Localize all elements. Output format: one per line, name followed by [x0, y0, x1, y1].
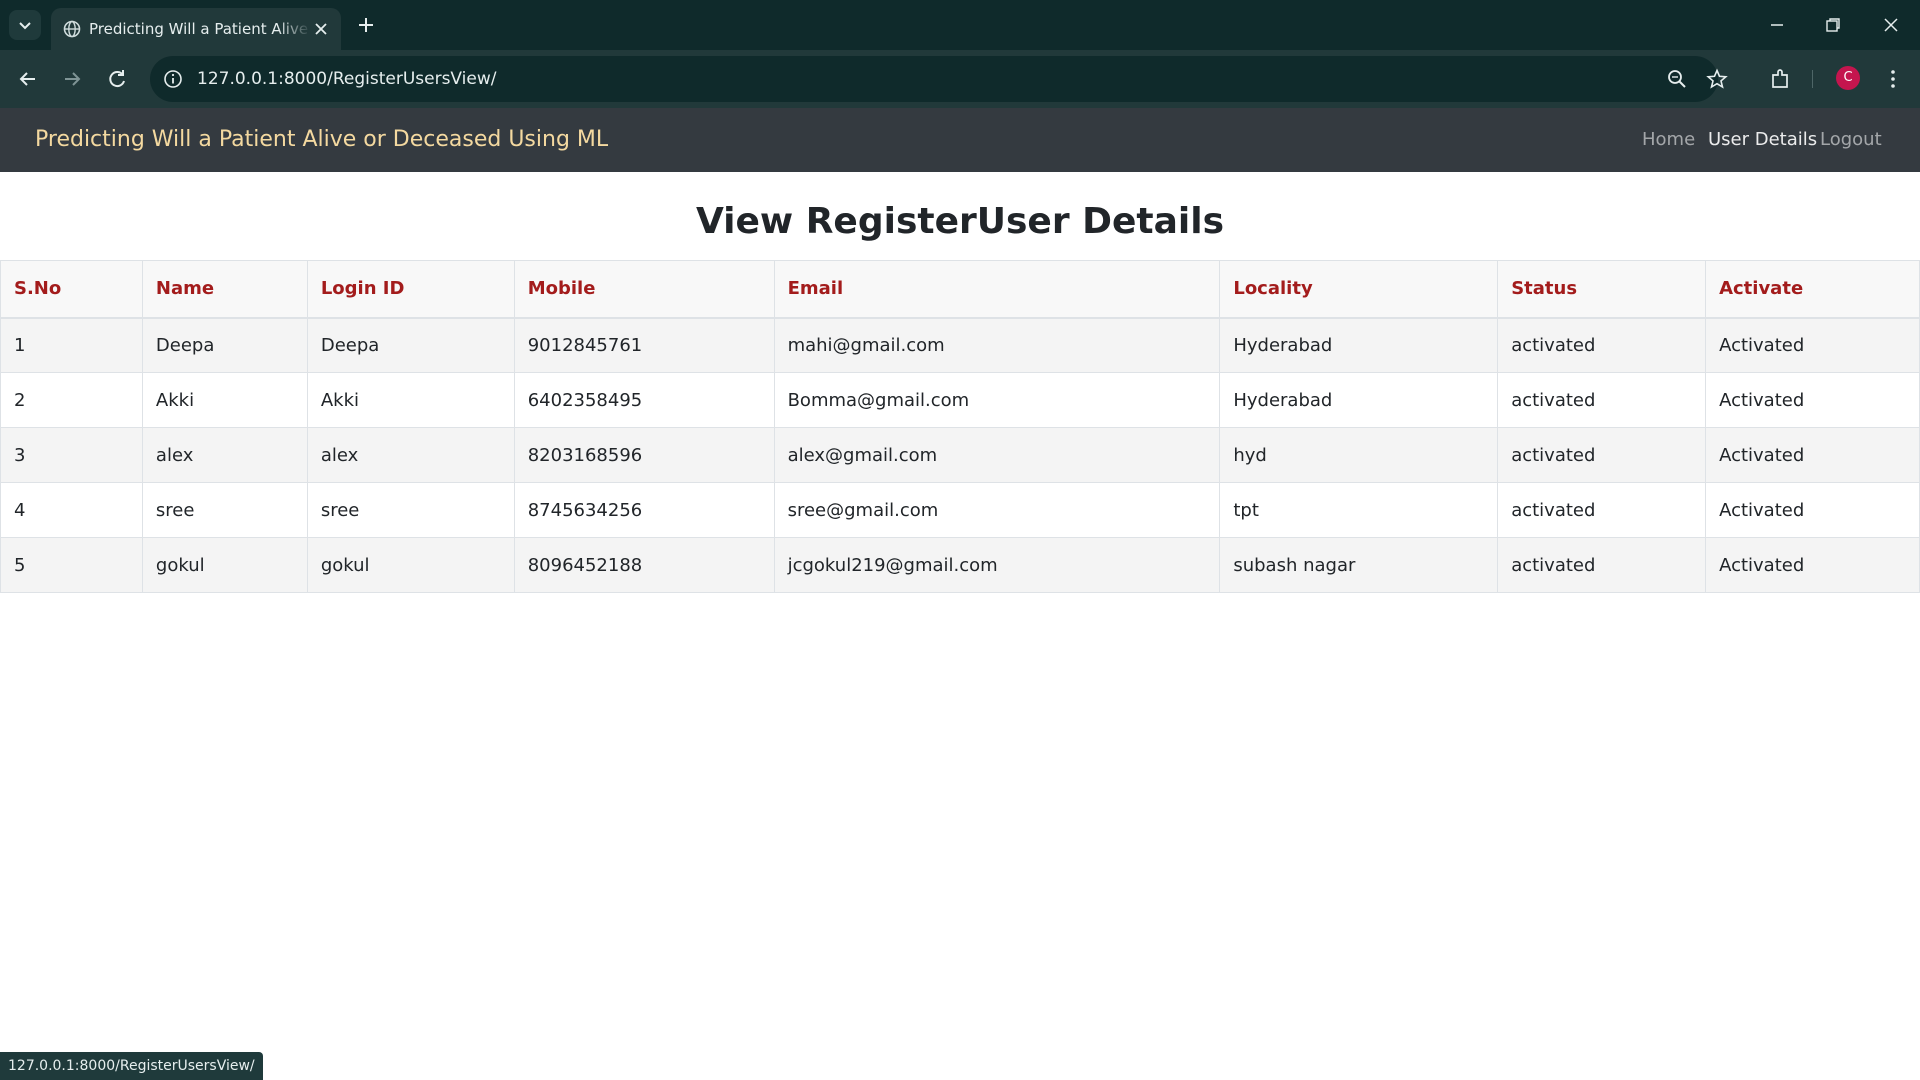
- tab-search-button[interactable]: [9, 10, 41, 40]
- browser-tab-strip: Predicting Will a Patient Alive or Decea…: [0, 0, 1920, 50]
- cell-name: Deepa: [141, 317, 308, 373]
- navbar-brand[interactable]: Predicting Will a Patient Alive or Decea…: [35, 125, 608, 155]
- extensions-icon[interactable]: [1768, 66, 1794, 92]
- cell-activate: Activated: [1705, 537, 1920, 593]
- tab-title: Predicting Will a Patient Alive or Decea…: [89, 20, 311, 38]
- cell-locality: Hyderabad: [1219, 317, 1499, 373]
- table-row: 4 sree sree 8745634256 sree@gmail.com tp…: [0, 482, 1920, 538]
- cell-status: activated: [1497, 372, 1707, 428]
- cell-name: sree: [141, 482, 308, 538]
- restore-icon[interactable]: [1820, 12, 1846, 38]
- column-header-activate: Activate: [1705, 260, 1920, 319]
- cell-mobile: 9012845761: [513, 317, 775, 373]
- site-navbar: Predicting Will a Patient Alive or Decea…: [0, 108, 1920, 172]
- cell-status: activated: [1497, 537, 1707, 593]
- cell-mobile: 8096452188: [513, 537, 775, 593]
- users-table: S.No Name Login ID Mobile Email Locality…: [0, 260, 1920, 593]
- cell-email: sree@gmail.com: [773, 482, 1221, 538]
- cell-mobile: 8203168596: [513, 427, 775, 483]
- cell-name: alex: [141, 427, 308, 483]
- forward-arrow-icon[interactable]: [57, 64, 87, 94]
- profile-avatar[interactable]: C: [1836, 66, 1860, 90]
- table-header-row: S.No Name Login ID Mobile Email Locality…: [0, 260, 1920, 319]
- cell-locality: tpt: [1219, 482, 1499, 538]
- table-row: 3 alex alex 8203168596 alex@gmail.com hy…: [0, 427, 1920, 483]
- zoom-icon[interactable]: [1666, 68, 1688, 90]
- table-row: 1 Deepa Deepa 9012845761 mahi@gmail.com …: [0, 317, 1920, 373]
- cell-email: alex@gmail.com: [773, 427, 1221, 483]
- minimize-icon[interactable]: [1764, 12, 1790, 38]
- cell-sno: 1: [0, 317, 143, 373]
- back-arrow-icon[interactable]: [13, 64, 43, 94]
- table-row: 5 gokul gokul 8096452188 jcgokul219@gmai…: [0, 537, 1920, 593]
- cell-email: mahi@gmail.com: [773, 317, 1221, 373]
- table-row: 2 Akki Akki 6402358495 Bomma@gmail.com H…: [0, 372, 1920, 428]
- link-status-bar: 127.0.0.1:8000/RegisterUsersView/: [0, 1052, 263, 1080]
- cell-login-id: Akki: [306, 372, 515, 428]
- site-info-icon[interactable]: [162, 68, 184, 90]
- cell-activate: Activated: [1705, 317, 1920, 373]
- reload-icon[interactable]: [102, 64, 132, 94]
- cell-activate: Activated: [1705, 372, 1920, 428]
- star-icon[interactable]: [1706, 68, 1728, 90]
- cell-name: Akki: [141, 372, 308, 428]
- column-header-sno: S.No: [0, 260, 143, 319]
- address-bar[interactable]: 127.0.0.1:8000/RegisterUsersView/: [150, 56, 1718, 102]
- cell-mobile: 8745634256: [513, 482, 775, 538]
- cell-status: activated: [1497, 317, 1707, 373]
- cell-locality: hyd: [1219, 427, 1499, 483]
- cell-sno: 3: [0, 427, 143, 483]
- nav-link-home[interactable]: Home: [1642, 127, 1695, 153]
- globe-icon: [63, 20, 81, 38]
- column-header-status: Status: [1497, 260, 1707, 319]
- column-header-name: Name: [141, 260, 308, 319]
- column-header-locality: Locality: [1219, 260, 1499, 319]
- cell-locality: subash nagar: [1219, 537, 1499, 593]
- chevron-down-icon: [19, 22, 31, 30]
- cell-email: jcgokul219@gmail.com: [773, 537, 1221, 593]
- more-menu-icon[interactable]: [1880, 66, 1906, 92]
- nav-link-user-details[interactable]: User Details: [1708, 127, 1817, 153]
- column-header-email: Email: [773, 260, 1221, 319]
- cell-locality: Hyderabad: [1219, 372, 1499, 428]
- cell-sno: 2: [0, 372, 143, 428]
- cell-mobile: 6402358495: [513, 372, 775, 428]
- cell-email: Bomma@gmail.com: [773, 372, 1221, 428]
- cell-activate: Activated: [1705, 482, 1920, 538]
- cell-sno: 4: [0, 482, 143, 538]
- column-header-login-id: Login ID: [306, 260, 515, 319]
- cell-login-id: sree: [306, 482, 515, 538]
- nav-link-logout[interactable]: Logout: [1820, 127, 1882, 153]
- url-text[interactable]: 127.0.0.1:8000/RegisterUsersView/: [197, 68, 497, 90]
- cell-activate: Activated: [1705, 427, 1920, 483]
- close-icon[interactable]: [311, 19, 331, 39]
- browser-toolbar: 127.0.0.1:8000/RegisterUsersView/ C: [0, 50, 1920, 108]
- cell-name: gokul: [141, 537, 308, 593]
- page-title: View RegisterUser Details: [695, 201, 1225, 242]
- toolbar-divider: [1812, 70, 1813, 88]
- cell-login-id: alex: [306, 427, 515, 483]
- cell-status: activated: [1497, 482, 1707, 538]
- cell-status: activated: [1497, 427, 1707, 483]
- plus-icon[interactable]: [354, 13, 378, 37]
- cell-login-id: Deepa: [306, 317, 515, 373]
- cell-login-id: gokul: [306, 537, 515, 593]
- cell-sno: 5: [0, 537, 143, 593]
- column-header-mobile: Mobile: [513, 260, 775, 319]
- browser-tab-active[interactable]: Predicting Will a Patient Alive or Decea…: [51, 8, 341, 50]
- window-close-icon[interactable]: [1878, 12, 1904, 38]
